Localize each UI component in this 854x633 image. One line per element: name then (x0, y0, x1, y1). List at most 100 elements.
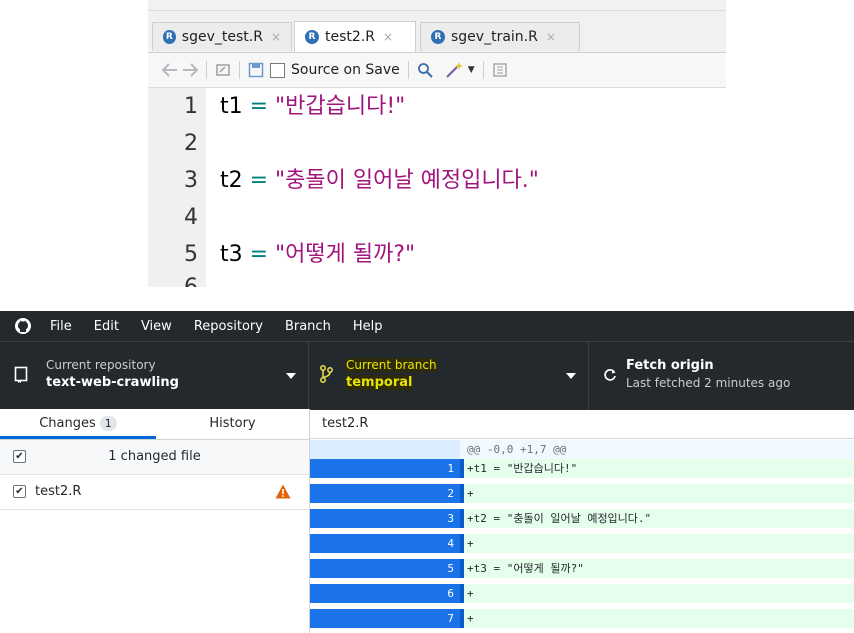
line-number: 4 (184, 205, 198, 230)
line-number: 3 (184, 168, 198, 193)
diff-line-text: + (467, 612, 474, 625)
diff-line-number: 6 (385, 584, 460, 603)
show-in-window-icon[interactable] (215, 62, 231, 78)
diff-line-number: 4 (385, 534, 460, 553)
editor-tab-bar: R sgev_test.R × R test2.R × R sgev_train… (148, 0, 726, 53)
diff-line-text: + (467, 587, 474, 600)
rstudio-editor: R sgev_test.R × R test2.R × R sgev_train… (148, 0, 726, 287)
diff-line-added[interactable]: 5 +t3 = "어떻게 될까?" (310, 559, 854, 578)
magic-wand-icon[interactable] (445, 61, 465, 79)
diff-line-text: + (467, 537, 474, 550)
menu-branch[interactable]: Branch (285, 319, 331, 334)
source-on-save-checkbox[interactable]: Source on Save (270, 62, 400, 78)
changes-sidebar: Changes 1 History ✔ 1 changed file ✔ test… (0, 409, 310, 633)
diff-line-text: +t1 = "반갑습니다!" (467, 462, 578, 475)
diff-line-text: + (467, 487, 474, 500)
menu-bar: File Edit View Repository Branch Help (0, 311, 854, 341)
code-line: 6 (148, 269, 726, 287)
github-desktop-window: File Edit View Repository Branch Help Cu… (0, 311, 854, 633)
diff-line-added[interactable]: 2 + (310, 484, 854, 503)
fetch-origin-label: Fetch origin (626, 358, 714, 373)
diff-line-added[interactable]: 4 + (310, 534, 854, 553)
tab-history[interactable]: History (156, 409, 309, 439)
code-line: 1 t1 = "반갑습니다!" (148, 88, 726, 126)
line-number: 1 (184, 94, 198, 119)
current-branch-label: Current branch (346, 358, 437, 372)
r-file-icon: R (305, 30, 319, 44)
tab-changes[interactable]: Changes 1 (0, 409, 156, 439)
tab-history-label: History (209, 416, 256, 431)
tab-sgev-test[interactable]: R sgev_test.R × (152, 22, 292, 51)
current-branch-button[interactable]: Current branch temporal (309, 342, 589, 410)
save-icon[interactable] (248, 62, 264, 78)
current-branch-name: temporal (346, 375, 413, 390)
diff-line-number: 3 (385, 509, 460, 528)
diff-line-number: 1 (385, 459, 460, 478)
close-icon[interactable]: × (546, 30, 556, 44)
sidebar-tabs: Changes 1 History (0, 409, 309, 440)
menu-repository[interactable]: Repository (194, 319, 263, 334)
code-string: "반갑습니다!" (275, 94, 406, 119)
diff-line-added[interactable]: 1 +t1 = "반갑습니다!" (310, 459, 854, 478)
code-area[interactable]: 1 t1 = "반갑습니다!" 2 3 t2 = "충돌이 일어날 예정입니다.… (148, 88, 726, 287)
chevron-down-icon (566, 373, 576, 379)
warning-icon (275, 484, 291, 503)
code-variable: t2 (220, 168, 243, 193)
current-repository-label: Current repository (46, 358, 156, 372)
diff-line-number: 7 (385, 609, 460, 628)
diff-line-added[interactable]: 6 + (310, 584, 854, 603)
menu-view[interactable]: View (141, 319, 172, 334)
changed-files-summary: 1 changed file (108, 449, 201, 464)
checkbox-box (270, 62, 285, 78)
tab-test2[interactable]: R test2.R × (294, 21, 416, 52)
code-operator: = (242, 94, 276, 119)
r-file-icon: R (163, 30, 176, 44)
code-string: "충돌이 일어날 예정입니다." (275, 168, 539, 193)
close-icon[interactable]: × (271, 30, 281, 44)
last-fetched-text: Last fetched 2 minutes ago (626, 376, 791, 390)
document-outline-icon[interactable] (492, 62, 508, 78)
diff-panel: test2.R @@ -0,0 +1,7 @@ 1 +t1 = "반갑습니다!"… (310, 409, 854, 633)
hunk-header-text: @@ -0,0 +1,7 @@ (467, 443, 567, 456)
current-repository-name: text-web-crawling (46, 375, 179, 390)
tab-label: test2.R (325, 29, 375, 45)
forward-arrow-icon[interactable] (182, 63, 198, 77)
back-arrow-icon[interactable] (162, 63, 178, 77)
diff-line-number: 5 (385, 559, 460, 578)
sync-icon (603, 367, 617, 386)
diff-view: @@ -0,0 +1,7 @@ 1 +t1 = "반갑습니다!" 2 + 3 +… (310, 440, 854, 633)
current-repository-button[interactable]: Current repository text-web-crawling (0, 342, 309, 410)
github-logo-icon (10, 311, 36, 341)
select-all-row[interactable]: ✔ 1 changed file (0, 440, 309, 475)
code-line: 4 (148, 199, 726, 237)
repo-toolbar: Current repository text-web-crawling Cur… (0, 341, 854, 410)
file-checkbox[interactable]: ✔ (13, 485, 26, 498)
chevron-down-icon[interactable]: ▼ (468, 65, 475, 75)
source-on-save-label: Source on Save (291, 62, 400, 78)
menu-file[interactable]: File (50, 319, 72, 334)
branch-icon (319, 364, 333, 388)
line-number: 6 (148, 269, 198, 287)
diff-line-number: 2 (385, 484, 460, 503)
line-number: 2 (184, 131, 198, 156)
search-icon[interactable] (417, 62, 433, 78)
file-list-item[interactable]: ✔ test2.R (0, 475, 309, 510)
chevron-down-icon (286, 373, 296, 379)
editor-toolbar: Source on Save ▼ (148, 53, 726, 88)
diff-line-added[interactable]: 7 + (310, 609, 854, 628)
diff-line-text: +t2 = "충돌이 일어날 예정입니다." (467, 512, 652, 525)
code-operator: = (242, 242, 276, 267)
diff-file-path: test2.R (310, 409, 854, 439)
tab-sgev-train[interactable]: R sgev_train.R × (420, 22, 580, 51)
tab-label: sgev_test.R (181, 29, 263, 45)
fetch-origin-button[interactable]: Fetch origin Last fetched 2 minutes ago (589, 342, 854, 410)
code-string: "어떻게 될까?" (275, 242, 416, 267)
diff-hunk-header: @@ -0,0 +1,7 @@ (310, 440, 854, 459)
changes-count-badge: 1 (99, 416, 117, 431)
close-icon[interactable]: × (383, 30, 393, 44)
menu-help[interactable]: Help (353, 319, 383, 334)
menu-edit[interactable]: Edit (94, 319, 119, 334)
code-variable: t3 (220, 242, 243, 267)
diff-line-added[interactable]: 3 +t2 = "충돌이 일어날 예정입니다." (310, 509, 854, 528)
code-variable: t1 (220, 94, 243, 119)
